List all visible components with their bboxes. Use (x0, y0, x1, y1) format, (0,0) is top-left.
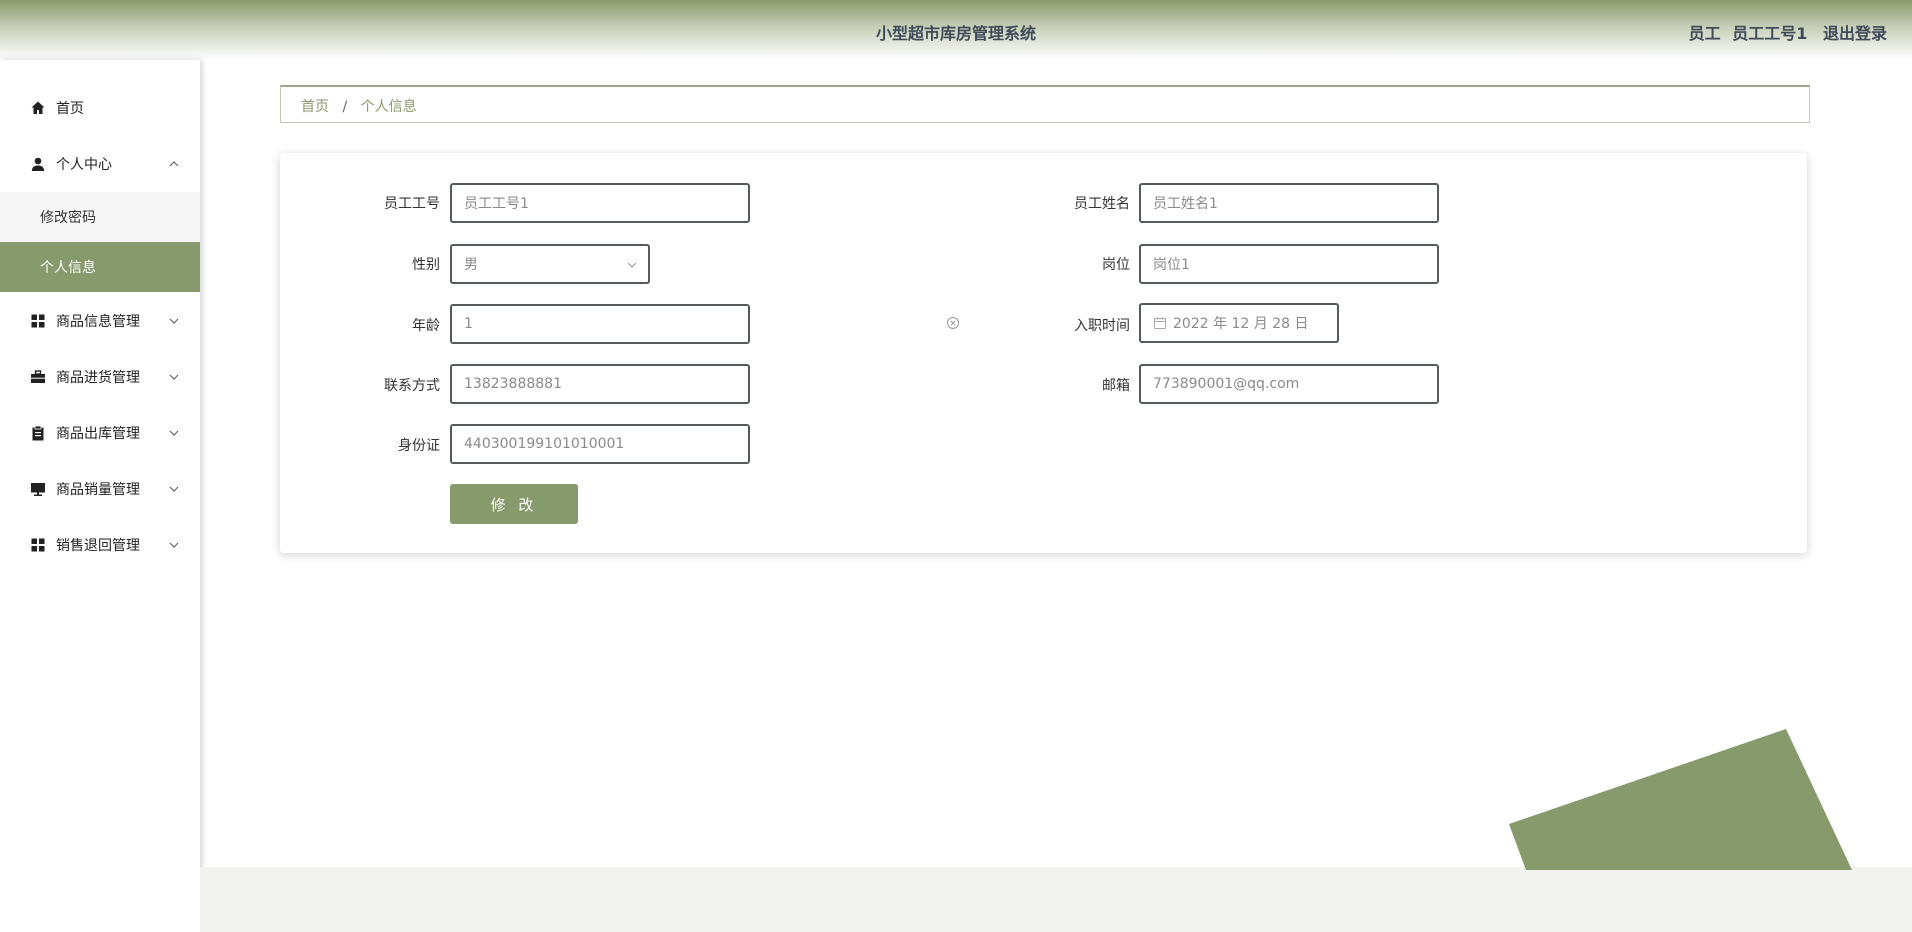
position-label: 岗位 (1102, 257, 1130, 273)
breadcrumb-current: 个人信息 (360, 99, 417, 115)
user-icon (31, 157, 45, 171)
sidebar-item-label: 商品出库管理 (56, 426, 140, 442)
sidebar-item-personal-center[interactable]: 个人中心 (0, 136, 200, 192)
sidebar-subitem-label: 修改密码 (40, 210, 96, 226)
sidebar-subitem-change-password[interactable]: 修改密码 (0, 192, 200, 242)
gender-value: 男 (464, 257, 478, 273)
sidebar-item-stock-out[interactable]: 商品出库管理 (0, 405, 200, 461)
sidebar-item-returns[interactable]: 销售退回管理 (0, 517, 200, 573)
monitor-icon (31, 483, 45, 496)
personal-info-form: 员工工号 员工工号1 员工姓名 员工姓名1 性别 男 岗位 岗位1 年龄 1 入… (280, 153, 1807, 553)
chevron-down-icon (169, 374, 179, 380)
employee-name-label: 员工姓名 (1074, 196, 1130, 212)
gender-label: 性别 (412, 257, 440, 273)
breadcrumb-separator: / (342, 99, 348, 115)
calendar-icon (1154, 317, 1166, 329)
grid-icon (31, 314, 45, 328)
phone-value: 13823888881 (464, 376, 562, 392)
sidebar-item-label: 销售退回管理 (56, 538, 140, 554)
app-title: 小型超市库房管理系统 (875, 24, 1036, 43)
age-label: 年龄 (412, 318, 440, 334)
user-area: 员工 员工工号1 退出登录 (1689, 20, 1887, 44)
id-card-input[interactable]: 440300199101010001 (450, 424, 750, 464)
hire-date-picker[interactable]: 2022 年 12 月 28 日 (1139, 303, 1339, 343)
position-input[interactable]: 岗位1 (1139, 244, 1439, 284)
decorative-shape (1509, 729, 1852, 870)
employee-id-value: 员工工号1 (464, 196, 529, 212)
hire-date-value: 2022 年 12 月 28 日 (1173, 316, 1309, 332)
email-label: 邮箱 (1102, 378, 1130, 394)
position-value: 岗位1 (1153, 257, 1190, 273)
breadcrumb-home[interactable]: 首页 (301, 99, 329, 115)
sidebar-item-label: 商品销量管理 (56, 482, 140, 498)
chevron-up-icon (169, 161, 179, 167)
top-header: 小型超市库房管理系统 员工 员工工号1 退出登录 (0, 0, 1912, 60)
chevron-down-icon (169, 318, 179, 324)
submit-button[interactable]: 修 改 (450, 484, 578, 524)
sidebar-subitem-label: 个人信息 (40, 260, 96, 276)
sidebar-item-label: 个人中心 (56, 157, 112, 173)
user-role: 员工 (1688, 24, 1721, 43)
chevron-down-icon (627, 262, 637, 268)
email-value: 773890001@qq.com (1153, 376, 1300, 392)
employee-id-label: 员工工号 (384, 196, 440, 212)
age-value: 1 (464, 316, 473, 332)
sidebar-item-stock-in[interactable]: 商品进货管理 (0, 349, 200, 405)
breadcrumb: 首页 / 个人信息 (280, 85, 1810, 123)
chevron-down-icon (169, 486, 179, 492)
clear-icon[interactable] (946, 316, 960, 330)
briefcase-icon (31, 370, 45, 383)
username: 员工工号1 (1732, 24, 1808, 43)
sidebar-item-label: 商品信息管理 (56, 314, 140, 330)
id-card-value: 440300199101010001 (464, 436, 625, 452)
sidebar-subitem-personal-info[interactable]: 个人信息 (0, 242, 200, 292)
employee-name-value: 员工姓名1 (1153, 196, 1218, 212)
sidebar-item-label: 首页 (56, 101, 84, 117)
employee-name-input[interactable]: 员工姓名1 (1139, 183, 1439, 223)
employee-id-input[interactable]: 员工工号1 (450, 183, 750, 223)
home-icon (31, 101, 45, 114)
sidebar-item-home[interactable]: 首页 (0, 80, 200, 136)
clipboard-icon (32, 425, 44, 441)
footer-band (200, 867, 1912, 932)
logout-link[interactable]: 退出登录 (1823, 24, 1887, 43)
chevron-down-icon (169, 430, 179, 436)
id-card-label: 身份证 (398, 438, 440, 454)
hire-date-label: 入职时间 (1074, 318, 1130, 334)
sidebar-item-label: 商品进货管理 (56, 370, 140, 386)
phone-input[interactable]: 13823888881 (450, 364, 750, 404)
phone-label: 联系方式 (384, 378, 440, 394)
gender-select[interactable]: 男 (450, 244, 650, 284)
sidebar-menu: 首页 个人中心 修改密码 个人信息 商品信息管理 商品进货管理 商品出库管理 商… (0, 60, 200, 932)
sidebar-item-sales[interactable]: 商品销量管理 (0, 461, 200, 517)
email-input[interactable]: 773890001@qq.com (1139, 364, 1439, 404)
age-input[interactable]: 1 (450, 304, 750, 344)
chevron-down-icon (169, 542, 179, 548)
sidebar-item-product-info[interactable]: 商品信息管理 (0, 293, 200, 349)
grid-icon (31, 538, 45, 552)
